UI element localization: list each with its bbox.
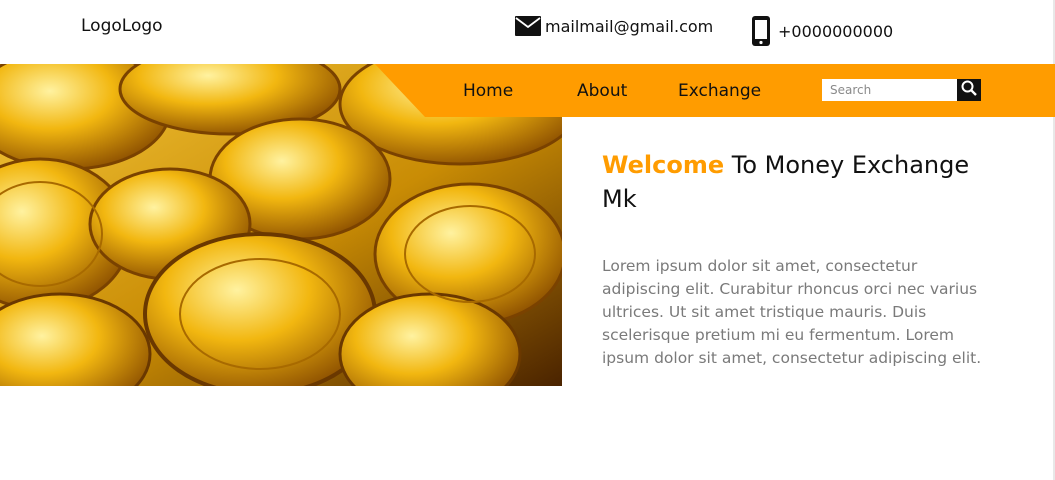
search-icon <box>961 80 977 100</box>
intro-paragraph: Lorem ipsum dolor sit amet, consectetur … <box>602 257 982 367</box>
email-contact[interactable]: mailmail@gmail.com <box>515 16 713 36</box>
phone-contact[interactable]: +0000000000 <box>751 16 893 46</box>
search-input[interactable] <box>822 79 957 101</box>
welcome-accent: Welcome <box>602 151 725 179</box>
nav-about[interactable]: About <box>577 81 627 101</box>
welcome-heading: Welcome To Money Exchange Mk <box>602 148 1002 216</box>
phone-text: +0000000000 <box>778 21 894 41</box>
nav-exchange[interactable]: Exchange <box>678 81 761 101</box>
page: LogoLogo mailmail@gmail.com +0000000000 <box>0 0 1055 480</box>
search-button[interactable] <box>957 79 981 101</box>
phone-icon <box>751 16 771 46</box>
email-text: mailmail@gmail.com <box>545 16 714 36</box>
nav-home[interactable]: Home <box>463 81 513 101</box>
logo[interactable]: LogoLogo <box>81 16 163 36</box>
main-nav: Home About Exchange <box>375 64 1055 117</box>
mail-icon <box>515 16 541 36</box>
